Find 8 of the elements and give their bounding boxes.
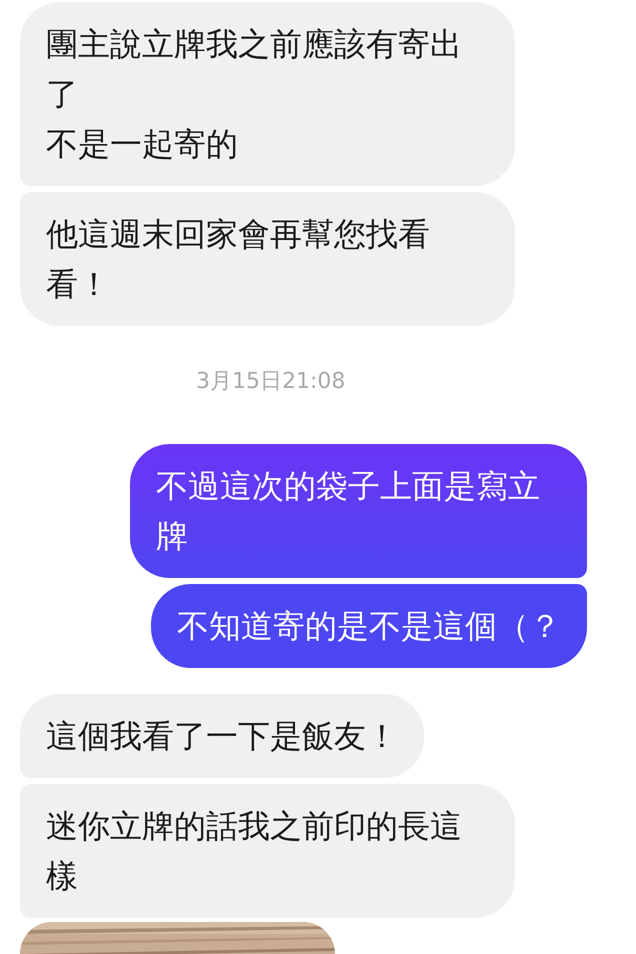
message-text: 不知道寄的是不是這個（？ bbox=[177, 606, 561, 647]
message-text: 不是一起寄的 bbox=[46, 124, 239, 165]
message-text: 迷你立牌的話我之前印的長這樣 bbox=[46, 806, 463, 897]
message-text: 他這週末回家會再幫您找看看！ bbox=[46, 214, 431, 305]
message-text: 這個我看了一下是飯友！ bbox=[46, 716, 398, 757]
message-text: 不過這次的袋子上面是寫立牌 bbox=[156, 466, 541, 557]
message-timestamp: 3月15日21:08 bbox=[196, 368, 346, 396]
message-text: 團主說立牌我之前應該有寄出了 bbox=[46, 24, 463, 115]
